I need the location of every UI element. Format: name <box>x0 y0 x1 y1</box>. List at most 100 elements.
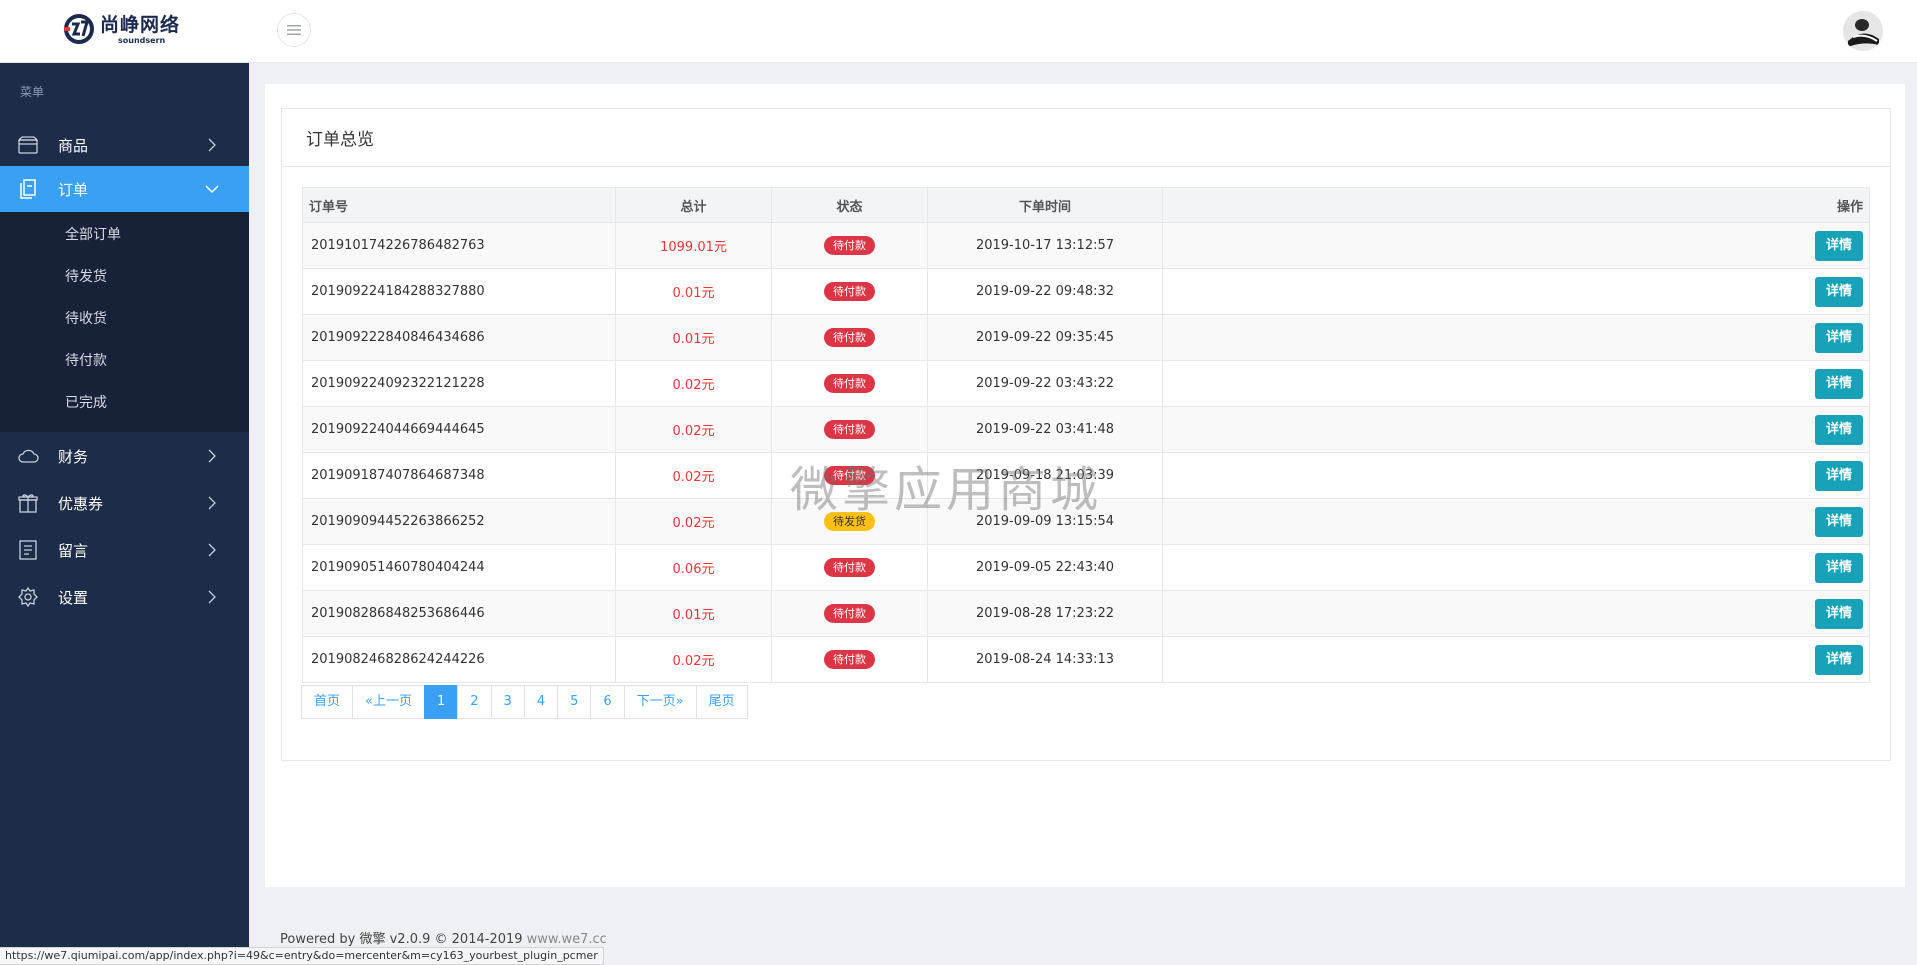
document-icon <box>17 178 39 200</box>
order-actions-cell: 详情 <box>1162 498 1870 545</box>
detail-button[interactable]: 详情 <box>1814 276 1863 307</box>
detail-button[interactable]: 详情 <box>1814 414 1863 445</box>
table-row: 201909051460780404244 0.06元 待付款 2019-09-05 … <box>302 544 1870 591</box>
chevron-right-icon <box>208 543 216 557</box>
status-badge: 待付款 <box>824 282 875 301</box>
sidebar: 菜单 商品 订单 全部订单 待发货 待收货 待付款 已完成 财务 优惠券 留言 … <box>0 63 249 965</box>
order-time-cell: 2019-09-09 13:15:54 <box>927 498 1163 545</box>
chevron-right-icon <box>208 138 216 152</box>
table-row: 201909187407864687348 0.02元 待付款 2019-09-18 … <box>302 452 1870 499</box>
order-actions-cell: 详情 <box>1162 590 1870 637</box>
sidebar-item-label: 留言 <box>58 541 89 560</box>
order-time-cell: 2019-09-22 09:48:32 <box>927 268 1163 315</box>
order-time-cell: 2019-09-22 03:43:22 <box>927 360 1163 407</box>
detail-button[interactable]: 详情 <box>1814 598 1863 629</box>
table-row: 201909224092322121228 0.02元 待付款 2019-09-22 … <box>302 360 1870 407</box>
orders-panel: 订单总览 订单号 总计 状态 下单时间 操作 20191017422678648… <box>281 108 1891 761</box>
page-link-6[interactable]: 6 <box>590 685 625 719</box>
page-last-link[interactable]: 尾页 <box>695 685 748 719</box>
detail-button[interactable]: 详情 <box>1814 644 1863 675</box>
orders-submenu: 全部订单 待发货 待收货 待付款 已完成 <box>0 212 249 432</box>
page-link-4[interactable]: 4 <box>523 685 559 719</box>
main-content: 订单总览 订单号 总计 状态 下单时间 操作 20191017422678648… <box>265 84 1905 887</box>
order-number-cell: 201909224092322121228 <box>302 360 616 407</box>
page-link-5[interactable]: 5 <box>557 685 592 719</box>
column-header-status: 状态 <box>771 187 928 223</box>
status-badge: 待付款 <box>824 374 875 393</box>
sidebar-item-finance[interactable]: 财务 <box>0 433 249 479</box>
order-total: 0.01元 <box>672 332 715 347</box>
order-status-cell: 待付款 <box>771 268 928 315</box>
message-list-icon <box>17 539 39 561</box>
order-status-cell: 待付款 <box>771 544 928 591</box>
sidebar-item-messages[interactable]: 留言 <box>0 527 249 573</box>
pagination: 首页 «上一页 1 2 3 4 5 6 下一页» 尾页 <box>301 685 748 719</box>
order-total-cell: 0.02元 <box>615 636 772 683</box>
order-status-cell: 待发货 <box>771 498 928 545</box>
chevron-down-icon <box>205 185 219 194</box>
sidebar-item-goods[interactable]: 商品 <box>0 122 249 168</box>
detail-button[interactable]: 详情 <box>1814 230 1863 261</box>
menu-toggle-button[interactable] <box>277 13 311 47</box>
sidebar-item-label: 设置 <box>58 588 89 607</box>
order-status-cell: 待付款 <box>771 222 928 269</box>
order-total-cell: 0.02元 <box>615 360 772 407</box>
column-header-order-no: 订单号 <box>302 187 616 223</box>
detail-button[interactable]: 详情 <box>1814 368 1863 399</box>
order-actions-cell: 详情 <box>1162 268 1870 315</box>
logo-mark-icon <box>64 12 94 46</box>
order-number-cell: 201908286848253686446 <box>302 590 616 637</box>
sidebar-item-settings[interactable]: 设置 <box>0 574 249 620</box>
table-row: 201908246828624244226 0.02元 待付款 2019-08-24 … <box>302 636 1870 683</box>
order-number-cell: 201909187407864687348 <box>302 452 616 499</box>
sidebar-item-coupons[interactable]: 优惠券 <box>0 480 249 526</box>
detail-button[interactable]: 详情 <box>1814 506 1863 537</box>
order-number-cell: 201909224044669444645 <box>302 406 616 453</box>
status-badge: 待付款 <box>824 236 875 255</box>
order-number-cell: 201909222840846434686 <box>302 314 616 361</box>
cloud-icon <box>17 445 39 467</box>
table-row: 201908286848253686446 0.01元 待付款 2019-08-28 … <box>302 590 1870 637</box>
footer-text: Powered by 微擎 v2.0.9 © 2014-2019 <box>280 932 527 947</box>
status-badge: 待付款 <box>824 650 875 669</box>
order-status-cell: 待付款 <box>771 590 928 637</box>
brand-logo[interactable]: 尚峥网络 soundsern <box>64 12 180 46</box>
order-total: 0.02元 <box>672 424 715 439</box>
submenu-to-pay[interactable]: 待付款 <box>65 350 107 370</box>
brand-name-en: soundsern <box>118 35 166 45</box>
submenu-completed[interactable]: 已完成 <box>65 392 107 412</box>
sidebar-item-orders[interactable]: 订单 <box>0 166 249 212</box>
column-header-total: 总计 <box>615 187 772 223</box>
status-badge: 待付款 <box>824 328 875 347</box>
order-total: 0.02元 <box>672 378 715 393</box>
footer: Powered by 微擎 v2.0.9 © 2014-2019 www.we7… <box>280 928 607 947</box>
detail-button[interactable]: 详情 <box>1814 460 1863 491</box>
detail-button[interactable]: 详情 <box>1814 322 1863 353</box>
page-link-2[interactable]: 2 <box>457 685 492 719</box>
page-prev-link[interactable]: «上一页 <box>352 685 425 719</box>
detail-button[interactable]: 详情 <box>1814 552 1863 583</box>
sidebar-item-label: 商品 <box>58 136 89 155</box>
order-status-cell: 待付款 <box>771 360 928 407</box>
order-total: 0.01元 <box>672 608 715 623</box>
table-row: 201909094452263866252 0.02元 待发货 2019-09-09 … <box>302 498 1870 545</box>
page-link-1[interactable]: 1 <box>423 685 459 719</box>
page-link-3[interactable]: 3 <box>490 685 525 719</box>
order-actions-cell: 详情 <box>1162 222 1870 269</box>
order-total-cell: 0.02元 <box>615 406 772 453</box>
browser-status-url: https://we7.qiumipai.com/app/index.php?i… <box>0 947 604 965</box>
sidebar-item-label: 财务 <box>58 447 89 466</box>
order-actions-cell: 详情 <box>1162 544 1870 591</box>
user-avatar[interactable] <box>1843 11 1883 51</box>
order-time-cell: 2019-10-17 13:12:57 <box>927 222 1163 269</box>
submenu-to-receive[interactable]: 待收货 <box>65 308 107 328</box>
page-next-link[interactable]: 下一页» <box>623 685 697 719</box>
order-time-cell: 2019-09-05 22:43:40 <box>927 544 1163 591</box>
page-first-link[interactable]: 首页 <box>301 685 354 719</box>
order-number-cell: 201909094452263866252 <box>302 498 616 545</box>
submenu-all-orders[interactable]: 全部订单 <box>65 224 121 244</box>
footer-link[interactable]: www.we7.cc <box>527 932 607 947</box>
submenu-to-ship[interactable]: 待发货 <box>65 266 107 286</box>
order-time-cell: 2019-09-22 09:35:45 <box>927 314 1163 361</box>
sidebar-item-label: 订单 <box>58 180 89 199</box>
